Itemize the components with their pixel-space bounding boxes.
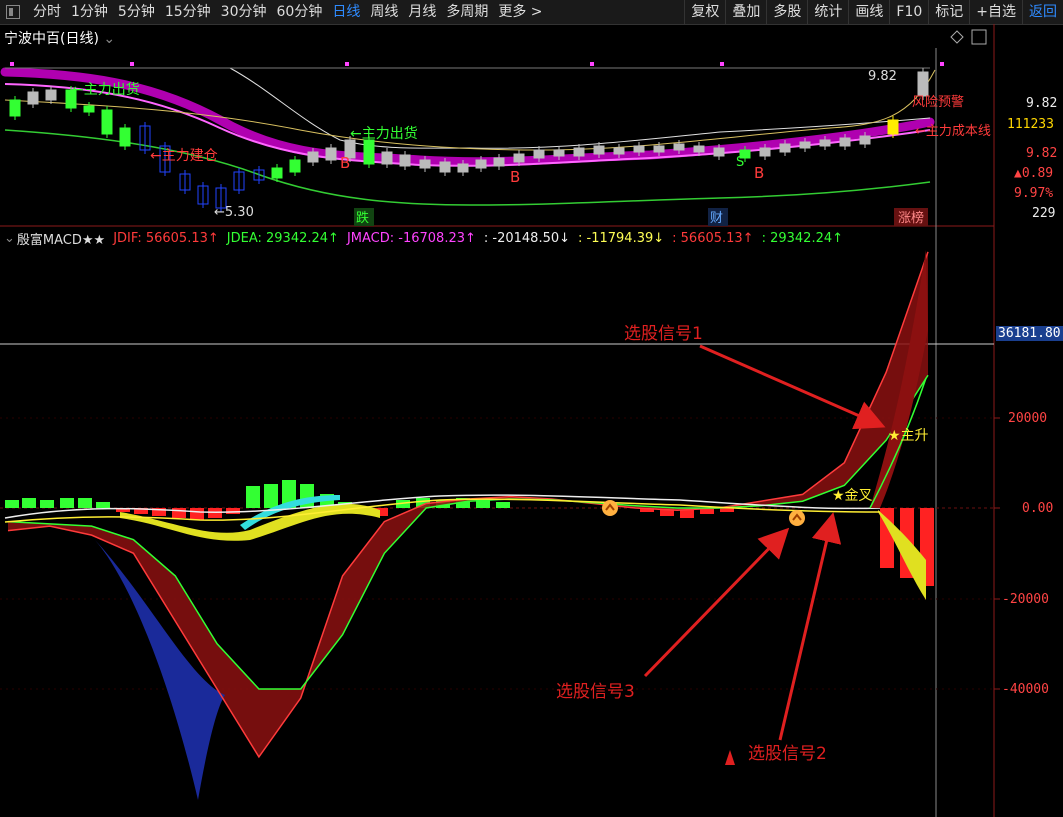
histogram-bar-9 [172,508,186,518]
max-price-label: 9.82 [868,69,897,84]
candle-2 [45,89,57,101]
candle-27 [513,153,525,163]
small-red-triangle [725,750,735,765]
candle-29 [553,149,565,157]
histogram-bar-12 [226,508,240,514]
candle-40 [779,143,791,153]
candle-24 [457,163,469,173]
mark-zhusheng: ★主升 [888,428,929,444]
candle-5 [101,109,113,135]
annotation-sell-1: ←主力出货 [72,81,140,98]
min-price-label: ←5.30 [214,205,254,220]
candle-22 [419,159,431,169]
histogram-bar-13 [246,486,260,508]
candle-17 [325,147,337,161]
tag-zhangbang: 涨榜 [898,210,924,226]
candle-26 [493,157,505,167]
histogram-bar-4 [78,498,92,508]
arrow-signal-3 [643,527,790,678]
callout-signal-2: 选股信号2 [748,744,827,764]
annotation-build: ←主力建仓 [150,148,218,164]
histogram-bar-11 [208,508,222,518]
ma-line-pink [4,83,931,167]
kline-macd-chart: ←主力出货←主力建仓←主力出货风险预警←主力成本线9.82←5.30BB BS跌财… [0,24,1000,817]
candle-43 [839,137,851,147]
panel-toggle-icon [971,29,987,45]
signal-b-2: B [510,168,520,186]
top-marker-0 [10,62,14,66]
histogram-bar-0 [5,500,19,508]
candle-21 [399,154,411,167]
candle-32 [613,147,625,155]
candle-41 [799,141,811,149]
signal-b-1: B [340,154,350,172]
candle-46 [917,71,929,97]
candle-15 [289,159,301,173]
candle-42 [819,139,831,147]
histogram-bar-14 [264,484,278,508]
jdea-line [7,374,929,690]
candle-31 [593,145,605,155]
tag-cai: 财 [710,211,723,226]
candle-4 [83,105,95,113]
histogram-bar-1 [22,498,36,508]
candle-33 [633,145,645,153]
candle-1 [27,91,39,105]
arrow-signal-1 [699,344,886,430]
top-marker-3 [590,62,594,66]
candle-36 [693,145,705,153]
top-marker-4 [720,62,724,66]
candle-30 [573,147,585,157]
histogram-bar-2 [40,500,54,508]
tag-die: 跌 [356,210,369,226]
callout-signal-1: 选股信号1 [624,324,703,344]
cross-marker-1 [789,510,805,526]
candle-45 [887,119,899,135]
candle-23 [439,161,451,173]
candle-20 [381,151,393,165]
callout-signal-3: 选股信号3 [556,682,635,702]
histogram-bar-26 [496,502,510,508]
candle-14 [271,167,283,179]
top-marker-2 [345,62,349,66]
cross-marker-0 [602,500,618,516]
arrow-signal-2 [778,512,842,741]
histogram-bar-10 [190,508,204,520]
candle-37 [713,147,725,157]
top-marker-5 [940,62,944,66]
signal-s: S [736,155,744,170]
candle-28 [533,149,545,159]
annotation-risk: 风险预警 [912,94,964,110]
candle-19 [363,139,375,165]
signal-b-3: B [754,164,764,182]
candle-35 [673,143,685,151]
candle-34 [653,145,665,153]
candle-44 [859,135,871,145]
diamond-icon [950,30,964,44]
histogram-bar-5 [96,502,110,508]
histogram-bar-3 [60,498,74,508]
candle-16 [307,151,319,163]
top-marker-1 [130,62,134,66]
annotation-sell-2: ←主力出货 [350,125,418,142]
candle-0 [9,99,21,117]
candle-25 [475,159,487,169]
mark-jincha: ★金叉 [832,488,873,504]
candle-6 [119,127,131,147]
candle-39 [759,147,771,157]
annotation-cost-line: ←主力成本线 [915,124,991,139]
